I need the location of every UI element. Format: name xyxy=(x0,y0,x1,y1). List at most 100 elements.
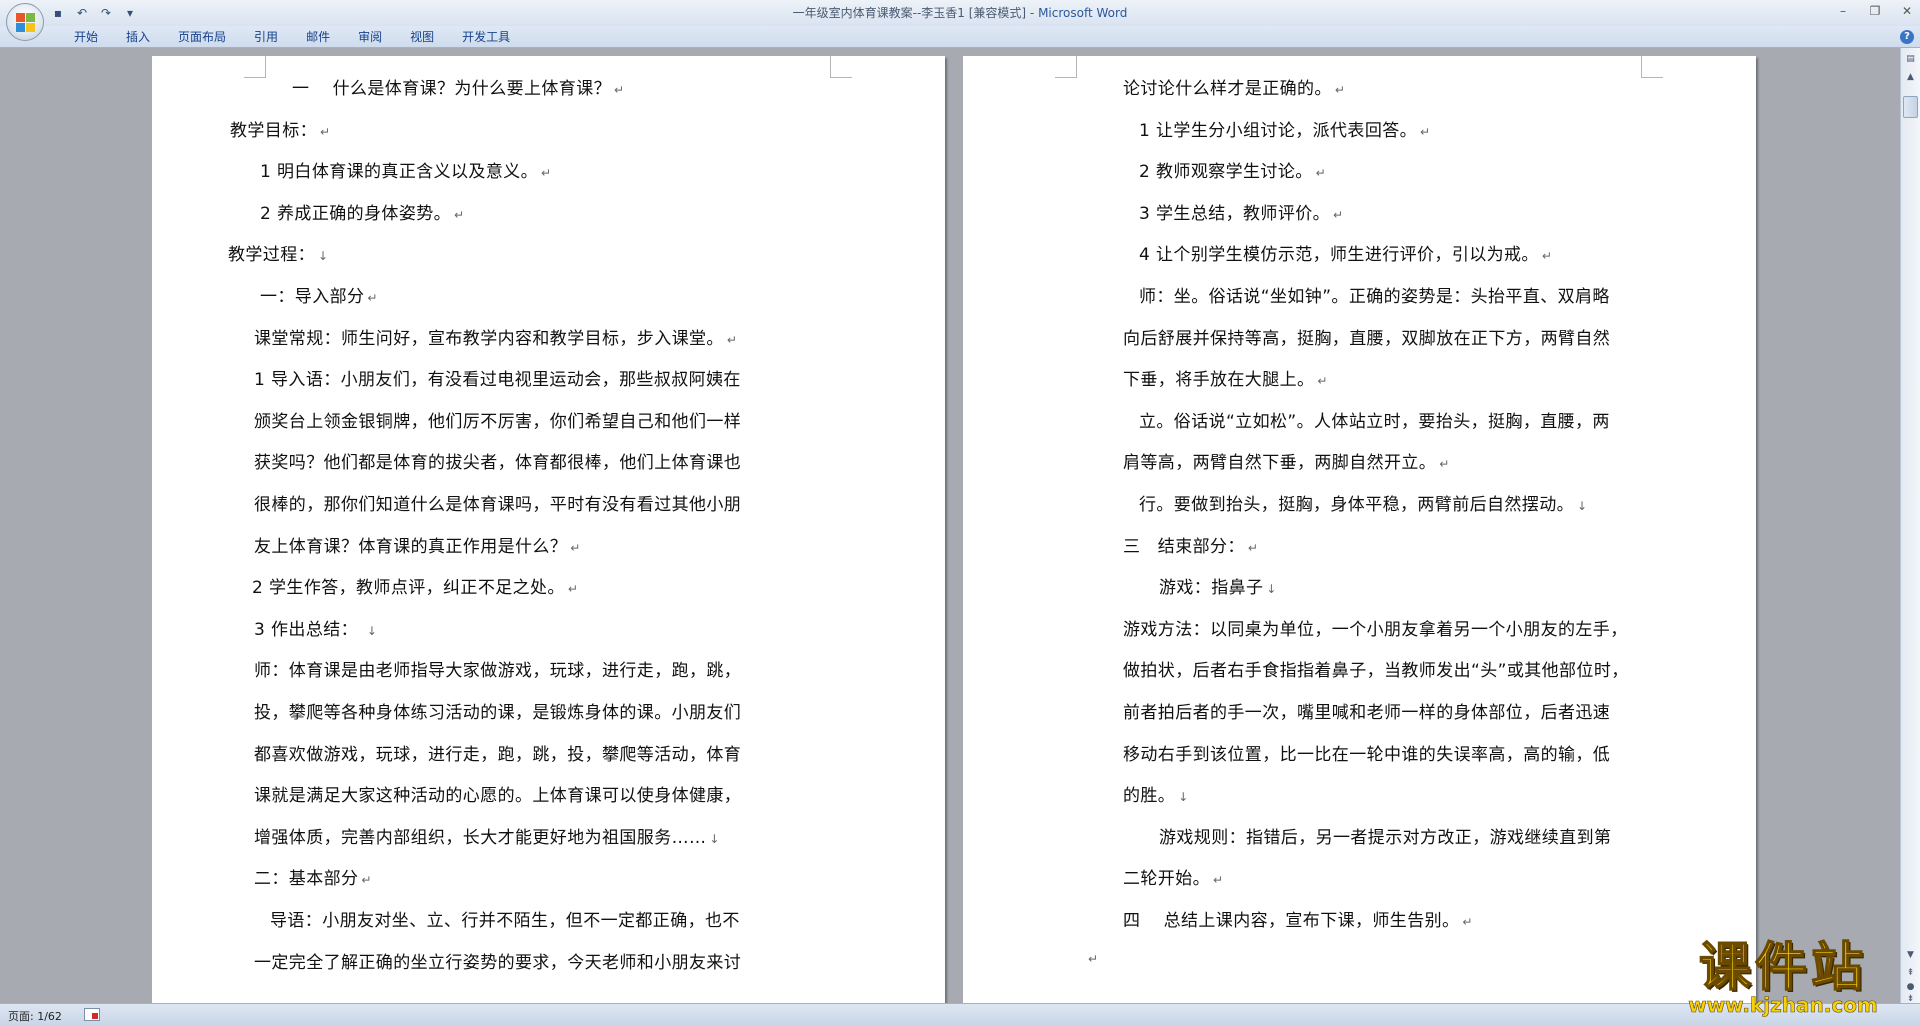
paragraph-line[interactable]: 2 养成正确的身体姿势。 ↵ xyxy=(260,199,465,224)
paragraph-line[interactable]: 的胜。 ↓ xyxy=(1123,781,1189,806)
paragraph-text: 游戏规则：指错后，另一者提示对方改正，游戏继续直到第 xyxy=(1159,827,1612,848)
paragraph-line[interactable]: 2 学生作答，教师点评，纠正不足之处。 ↵ xyxy=(252,573,578,598)
paragraph-text: 做拍状，后者右手食指指着鼻子，当教师发出“头”或其他部位时， xyxy=(1123,661,1629,682)
vertical-scrollbar[interactable]: ▤ ▲ ▼ ⇞ ● ⇟ xyxy=(1900,48,1920,1004)
paragraph-mark-icon: ↵ xyxy=(454,207,465,222)
page-right[interactable]: 论讨论什么样才是正确的。 ↵ 1 让学生分小组讨论，派代表回答。 ↵ 2 教师观察学生讨… xyxy=(963,56,1756,1003)
ruler-toggle-icon[interactable]: ▤ xyxy=(1903,52,1918,66)
paragraph-line[interactable]: 游戏规则：指错后，另一者提示对方改正，游戏继续直到第 xyxy=(1159,823,1614,848)
paragraph-text: 很棒的，那你们知道什么是体育课吗，平时有没有看过其他小朋 xyxy=(254,495,742,515)
paragraph-line[interactable]: 立。俗话说“立如松”。人体站立时，要抬头，挺胸，直腰，两 xyxy=(1139,407,1613,432)
close-icon[interactable]: ✕ xyxy=(1898,2,1916,20)
paragraph-line[interactable]: 二：基本部分 ↵ xyxy=(254,864,372,889)
tab-references[interactable]: 引用 xyxy=(240,29,292,45)
scroll-down-icon[interactable]: ▼ xyxy=(1903,948,1918,962)
paragraph-line[interactable]: 获奖吗？他们都是体育的拔尖者，体育都很棒，他们上体育课也 xyxy=(254,448,744,473)
paragraph-line[interactable]: 做拍状，后者右手食指指着鼻子，当教师发出“头”或其他部位时， xyxy=(1123,656,1632,681)
paragraph-line[interactable]: 1 明白体育课的真正含义以及意义。 ↵ xyxy=(260,157,552,182)
proofing-status-icon[interactable] xyxy=(84,1008,100,1021)
paragraph-mark-icon: ↓ xyxy=(1577,499,1588,513)
paragraph-line[interactable]: 一 什么是体育课？为什么要上体育课？ ↵ xyxy=(292,74,624,99)
paragraph-line[interactable]: 二轮开始。 ↵ xyxy=(1123,864,1223,889)
tab-page-layout[interactable]: 页面布局 xyxy=(164,29,240,45)
paragraph-line[interactable]: 投，攀爬等各种身体练习活动的课，是锻炼身体的课。小朋友们 xyxy=(254,698,744,723)
app-name: Microsoft Word xyxy=(1038,6,1128,20)
paragraph-line[interactable]: 友上体育课？体育课的真正作用是什么？ ↵ xyxy=(254,532,581,557)
paragraph-mark-icon: ↵ xyxy=(726,332,738,347)
paragraph-line[interactable]: 一：导入部分 ↵ xyxy=(260,282,378,307)
paragraph-line[interactable]: 课就是满足大家这种活动的心愿的。上体育课可以使身体健康， xyxy=(254,781,744,806)
paragraph-line[interactable]: 行。要做到抬头，挺胸，身体平稳，两臂前后自然摆动。 ↓ xyxy=(1139,490,1587,515)
paragraph-text: 三 结束部分： xyxy=(1123,536,1245,557)
paragraph-line[interactable]: 4 让个别学生模仿示范，师生进行评价，引以为戒。 ↵ xyxy=(1139,240,1552,265)
paragraph-text: 2 学生作答，教师点评，纠正不足之处。 xyxy=(252,578,565,599)
paragraph-line[interactable]: 都喜欢做游戏，玩球，进行走，跑，跳，投，攀爬等活动，体育 xyxy=(254,740,744,765)
page-left[interactable]: 一 什么是体育课？为什么要上体育课？ ↵ 教学目标： ↵ 1 明白体育课的真正含义以及意… xyxy=(152,56,945,1003)
paragraph-line[interactable]: 2 教师观察学生讨论。 ↵ xyxy=(1139,157,1326,182)
tab-developer[interactable]: 开发工具 xyxy=(448,29,524,45)
paragraph-line[interactable]: 前者拍后者的手一次，嘴里喊和老师一样的身体部位，后者迅速 xyxy=(1123,698,1613,723)
paragraph-text: 论讨论什么样才是正确的。 xyxy=(1123,79,1332,99)
paragraph-line[interactable]: 论讨论什么样才是正确的。 ↵ xyxy=(1123,74,1345,99)
paragraph-line[interactable]: 导语：小朋友对坐、立、行并不陌生，但不一定都正确，也不 xyxy=(270,906,743,931)
paragraph-text: 二：基本部分 xyxy=(254,869,359,890)
tab-view[interactable]: 视图 xyxy=(396,29,448,45)
tab-review[interactable]: 审阅 xyxy=(344,29,396,45)
paragraph-text: 游戏方法：以同桌为单位，一个小朋友拿着另一个小朋友的左手， xyxy=(1123,619,1628,640)
tab-home[interactable]: 开始 xyxy=(60,29,112,45)
paragraph-mark-icon: ↓ xyxy=(709,831,720,846)
page-number-status[interactable]: 页面: 1/62 xyxy=(8,1008,62,1024)
paragraph-line[interactable]: 游戏：指鼻子 ↓ xyxy=(1159,573,1277,598)
paragraph-line[interactable]: 课堂常规：师生问好，宣布教学内容和教学目标，步入课堂。 ↵ xyxy=(254,324,737,349)
paragraph-line[interactable]: 颁奖台上领金银铜牌，他们厉不厉害，你们希望自己和他们一样 xyxy=(254,407,744,432)
paragraph-line[interactable]: 移动右手到该位置，比一比在一轮中谁的失误率高，高的输，低 xyxy=(1123,740,1613,765)
scroll-thumb[interactable] xyxy=(1903,96,1918,118)
tab-insert[interactable]: 插入 xyxy=(112,29,164,45)
office-button[interactable] xyxy=(6,3,44,41)
document-title: 一年级室内体育课教案--李玉香1 [兼容模式] xyxy=(792,6,1027,20)
tab-mailings[interactable]: 邮件 xyxy=(292,29,344,45)
paragraph-line[interactable]: 游戏方法：以同桌为单位，一个小朋友拿着另一个小朋友的左手， xyxy=(1123,615,1631,640)
minimize-icon[interactable]: – xyxy=(1834,2,1852,20)
paragraph-mark-icon: ↵ xyxy=(1247,540,1259,555)
paragraph-line[interactable]: 增强体质，完善内部组织，长大才能更好地为祖国服务…… ↓ xyxy=(254,823,720,848)
paragraph-line[interactable]: 向后舒展并保持等高，挺胸，直腰，双脚放在正下方，两臂自然 xyxy=(1123,324,1613,349)
paragraph-text: 1 让学生分小组讨论，派代表回答。 xyxy=(1139,120,1418,141)
paragraph-line[interactable]: 三 结束部分： ↵ xyxy=(1123,532,1258,557)
paragraph-line[interactable]: 肩等高，两臂自然下垂，两脚自然开立。 ↵ xyxy=(1123,448,1450,473)
paragraph-text: 二轮开始。 xyxy=(1123,869,1210,890)
paragraph-line[interactable]: 教学过程： ↓ xyxy=(228,240,328,265)
scroll-up-icon[interactable]: ▲ xyxy=(1903,70,1918,84)
paragraph-line[interactable]: 3 学生总结，教师评价。 ↵ xyxy=(1139,199,1344,224)
paragraph-mark-icon: ↵ xyxy=(1088,951,1099,966)
paragraph-line[interactable]: 师：坐。俗话说“坐如钟”。正确的姿势是：头抬平直、双肩略 xyxy=(1139,282,1613,307)
paragraph-line[interactable]: 很棒的，那你们知道什么是体育课吗，平时有没有看过其他小朋 xyxy=(254,490,744,515)
paragraph-line[interactable]: 1 导入语：小朋友们，有没看过电视里运动会，那些叔叔阿姨在 xyxy=(254,365,744,390)
paragraph-mark-icon: ↵ xyxy=(614,83,625,97)
paragraph-text: 1 导入语：小朋友们，有没看过电视里运动会，那些叔叔阿姨在 xyxy=(254,370,741,391)
paragraph-text: 3 学生总结，教师评价。 xyxy=(1139,203,1331,224)
paragraph-mark-icon: ↵ xyxy=(1541,249,1553,264)
paragraph-text: 教学过程： xyxy=(228,245,315,266)
margin-corner-mark xyxy=(1641,56,1663,78)
paragraph-line[interactable]: 一定完全了解正确的坐立行姿势的要求，今天老师和小朋友来讨 xyxy=(254,948,744,973)
paragraph-line[interactable]: 1 让学生分小组讨论，派代表回答。 ↵ xyxy=(1139,116,1431,141)
paragraph-text: 一定完全了解正确的坐立行姿势的要求，今天老师和小朋友来讨 xyxy=(254,952,742,973)
paragraph-text: 增强体质，完善内部组织，长大才能更好地为祖国服务…… xyxy=(254,827,707,848)
watermark-title: 课件站 xyxy=(1698,938,1867,998)
paragraph-line[interactable]: 师：体育课是由老师指导大家做游戏，玩球，进行走，跑，跳， xyxy=(254,656,744,681)
ribbon-tab-bar: 开始 插入 页面布局 引用 邮件 审阅 视图 开发工具 ? xyxy=(0,26,1920,48)
help-icon[interactable]: ? xyxy=(1900,30,1914,44)
paragraph-line[interactable]: 3 作出总结： ↓ xyxy=(254,615,377,640)
paragraph-line[interactable]: 四 总结上课内容，宣布下课，师生告别。 ↵ xyxy=(1123,906,1473,931)
margin-corner-mark xyxy=(1055,56,1077,78)
margin-corner-mark xyxy=(830,56,852,78)
paragraph-text: 四 总结上课内容，宣布下课，师生告别。 xyxy=(1123,911,1460,931)
paragraph-mark-icon: ↵ xyxy=(1439,457,1450,472)
paragraph-line[interactable]: 教学目标： ↵ xyxy=(230,116,330,141)
restore-icon[interactable]: ❐ xyxy=(1866,2,1884,20)
paragraph-line[interactable]: ↵ xyxy=(1085,948,1098,968)
paragraph-line[interactable]: 下垂，将手放在大腿上。 ↵ xyxy=(1123,365,1328,390)
previous-page-icon[interactable]: ⇞ xyxy=(1903,966,1918,980)
paragraph-mark-icon: ↵ xyxy=(541,166,552,181)
